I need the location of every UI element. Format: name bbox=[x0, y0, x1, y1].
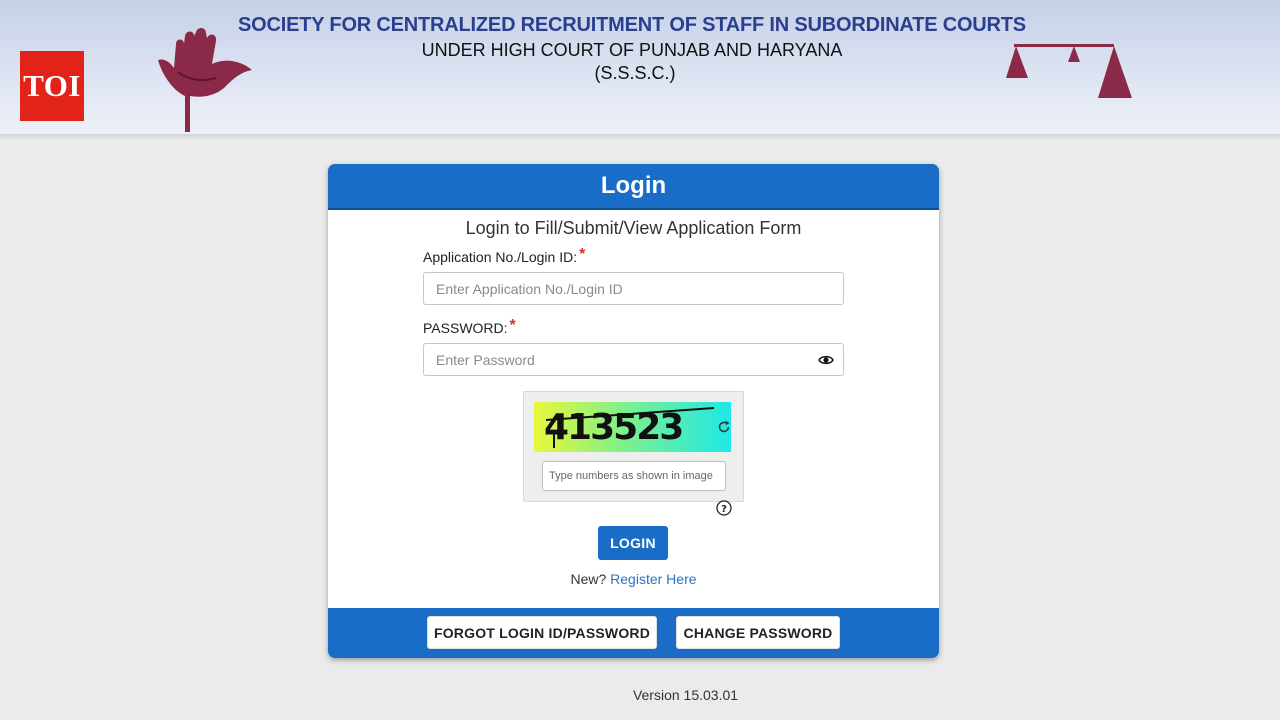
password-input[interactable] bbox=[423, 343, 844, 376]
change-password-button[interactable]: CHANGE PASSWORD bbox=[676, 616, 840, 649]
login-subtitle: Login to Fill/Submit/View Application Fo… bbox=[465, 218, 802, 238]
login-button[interactable]: LOGIN bbox=[598, 526, 668, 560]
application-no-label: Application No./Login ID: * bbox=[423, 246, 586, 267]
required-mark: * bbox=[509, 317, 516, 334]
register-prefix: New? bbox=[570, 571, 607, 587]
header-title-line1: SOCIETY FOR CENTRALIZED RECRUITMENT OF S… bbox=[238, 14, 1026, 36]
required-mark: * bbox=[579, 246, 586, 263]
forgot-login-button[interactable]: FORGOT LOGIN ID/PASSWORD bbox=[427, 616, 657, 649]
header-divider bbox=[0, 134, 1280, 140]
captcha-input[interactable] bbox=[542, 461, 726, 491]
application-no-input[interactable] bbox=[423, 272, 844, 305]
login-card-title: Login bbox=[328, 164, 939, 210]
captcha-help-icon[interactable]: ? bbox=[716, 500, 732, 516]
version-text: Version 15.03.01 bbox=[632, 687, 739, 703]
captcha-image: 413523 bbox=[534, 402, 731, 452]
login-card-footer: FORGOT LOGIN ID/PASSWORD CHANGE PASSWORD bbox=[328, 608, 939, 658]
svg-text:?: ? bbox=[721, 504, 727, 515]
application-no-label-text: Application No./Login ID: bbox=[423, 249, 578, 265]
login-card: Login Login to Fill/Submit/View Applicat… bbox=[328, 164, 939, 658]
captcha-text: 413523 bbox=[544, 407, 682, 448]
password-label-text: PASSWORD: bbox=[423, 320, 508, 336]
captcha-panel: 413523 bbox=[523, 391, 744, 502]
register-here-link[interactable]: Register Here bbox=[610, 571, 696, 587]
scales-emblem-icon bbox=[1006, 44, 1132, 98]
register-line: New? Register Here bbox=[328, 571, 939, 587]
password-label: PASSWORD: * bbox=[423, 317, 516, 338]
show-password-eye-icon[interactable] bbox=[818, 352, 834, 368]
refresh-captcha-icon[interactable] bbox=[717, 420, 731, 434]
site-header: TOI SOCIETY FOR CENTRALIZED RECRUITMENT … bbox=[0, 0, 1280, 134]
toi-logo[interactable]: TOI bbox=[20, 51, 84, 121]
